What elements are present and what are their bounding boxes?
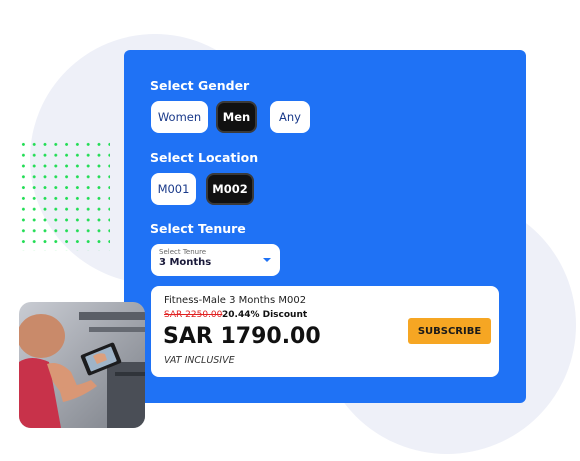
location-title: Select Location (150, 150, 259, 165)
gender-title: Select Gender (150, 78, 250, 93)
membership-panel: Select Gender Women Men Any Select Locat… (124, 50, 526, 403)
tenure-title: Select Tenure (150, 221, 246, 236)
location-option-m002[interactable]: M002 (206, 173, 254, 205)
location-option-m001[interactable]: M001 (151, 173, 196, 205)
tenure-select-label: Select Tenure (159, 248, 207, 256)
tenure-select-value: 3 Months (159, 257, 212, 268)
gender-option-men[interactable]: Men (216, 101, 257, 133)
gender-option-any[interactable]: Any (270, 101, 310, 133)
plan-discount: 20.44% Discount (222, 310, 308, 320)
gender-option-women[interactable]: Women (151, 101, 208, 133)
vat-note: VAT INCLUSIVE (164, 355, 235, 366)
plan-name: Fitness-Male 3 Months M002 (164, 295, 307, 306)
plan-old-price: SAR 2250.00 (164, 310, 223, 320)
decorative-dot-grid (18, 139, 110, 251)
plan-card: Fitness-Male 3 Months M002 SAR 2250.00 2… (151, 286, 499, 377)
person-using-tablet-photo (19, 302, 145, 428)
plan-price: SAR 1790.00 (163, 324, 321, 349)
tenure-select[interactable]: Select Tenure 3 Months (151, 244, 280, 276)
chevron-down-icon (263, 258, 271, 262)
subscribe-button[interactable]: SUBSCRIBE (408, 318, 491, 344)
